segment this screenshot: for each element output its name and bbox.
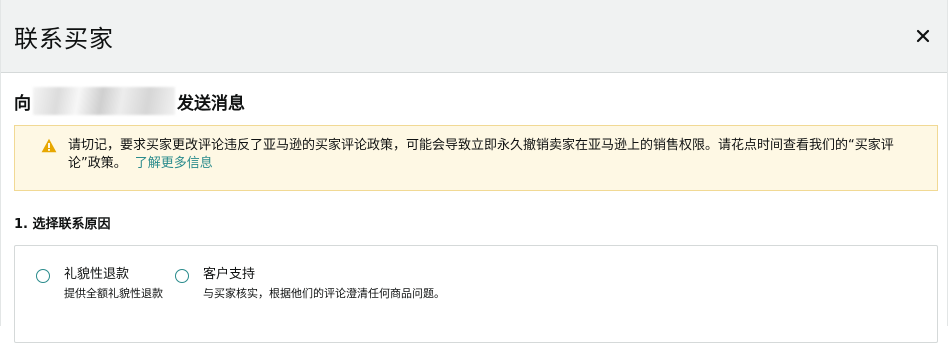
option-label: 客户支持 — [203, 267, 256, 282]
send-to-suffix: 发送消息 — [177, 93, 245, 114]
alert-text-wrapper: 请切记，要求买家更改评论违反了亚马逊的买家评论政策，可能会导致立即永久撤销卖家在… — [68, 137, 925, 173]
dialog-title: 联系买家 — [14, 24, 114, 53]
reason-options-box: 礼貌性退款 提供全额礼貌性退款 客户支持 与买家核实，根据他们的评论澄清任何商品… — [14, 245, 938, 343]
radio-customer-support[interactable] — [175, 269, 189, 283]
radio-courtesy-refund[interactable] — [36, 269, 50, 283]
option-customer-support[interactable]: 客户支持 与买家核实，根据他们的评论澄清任何商品问题。 — [175, 266, 445, 342]
contact-buyer-dialog: 联系买家 向 发送消息 请切记，要求买家更改评论违反了亚马逊的买家评论政策，可能… — [0, 0, 948, 343]
option-text: 礼貌性退款 提供全额礼貌性退款 — [64, 266, 163, 302]
option-courtesy-refund[interactable]: 礼貌性退款 提供全额礼貌性退款 — [36, 266, 163, 342]
reason-section-label: 1. 选择联系原因 — [14, 217, 111, 232]
redacted-buyer-name — [33, 87, 175, 115]
option-description: 与买家核实，根据他们的评论澄清任何商品问题。 — [203, 287, 445, 300]
learn-more-link[interactable]: 了解更多信息 — [135, 156, 213, 171]
option-text: 客户支持 与买家核实，根据他们的评论澄清任何商品问题。 — [203, 266, 445, 302]
close-icon-graphic — [916, 29, 930, 43]
dialog-header: 联系买家 — [1, 0, 947, 73]
option-description: 提供全额礼貌性退款 — [64, 287, 163, 300]
warning-icon — [41, 138, 57, 153]
policy-warning-alert: 请切记，要求买家更改评论违反了亚马逊的买家评论政策，可能会导致立即永久撤销卖家在… — [14, 125, 938, 191]
dialog-content: 向 发送消息 请切记，要求买家更改评论违反了亚马逊的买家评论政策，可能会导致立即… — [1, 87, 947, 343]
close-icon[interactable] — [911, 24, 935, 48]
option-label: 礼貌性退款 — [64, 267, 130, 282]
send-message-heading: 向 发送消息 — [14, 87, 938, 115]
send-to-prefix: 向 — [14, 93, 31, 114]
